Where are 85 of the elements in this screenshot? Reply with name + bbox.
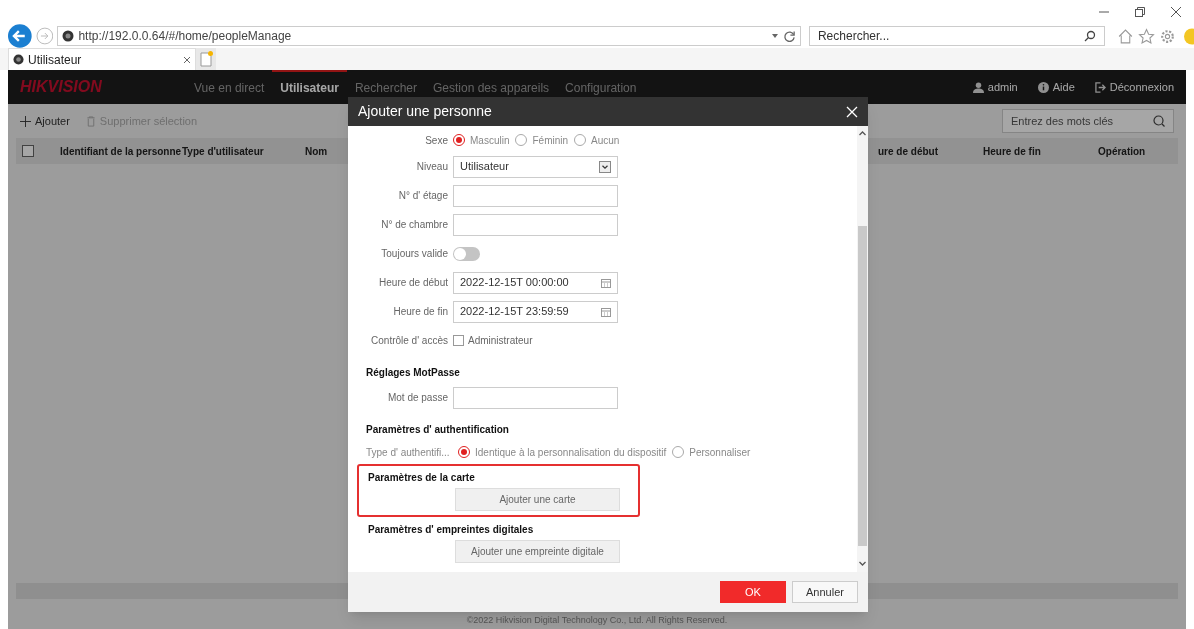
info-icon bbox=[1037, 81, 1049, 93]
field-label: Contrôle d' accès bbox=[370, 334, 448, 348]
scrollbar-drawing[interactable] bbox=[857, 126, 868, 572]
field-label: Heure de fin bbox=[392, 305, 448, 319]
search-icon[interactable] bbox=[1084, 30, 1096, 42]
trash-icon bbox=[85, 115, 96, 127]
help-link[interactable]: Aide bbox=[1052, 78, 1075, 96]
dropdown-icon bbox=[599, 160, 611, 173]
browser-tab[interactable]: Utilisateur bbox=[8, 48, 196, 70]
star-icon[interactable] bbox=[1138, 27, 1155, 45]
date-field[interactable]: 2022-12-15T 00:00:00 bbox=[453, 271, 618, 294]
browser-search-field[interactable]: Rechercher... bbox=[808, 26, 1105, 46]
column-header: ure de début bbox=[878, 144, 939, 159]
section-title: Paramètres d' empreintes digitales bbox=[368, 523, 535, 537]
dialog-title: Ajouter une personne bbox=[358, 102, 493, 121]
column-header: Identifiant de la personne bbox=[60, 144, 182, 159]
new-tab-icon[interactable] bbox=[196, 48, 216, 70]
radio-option[interactable]: Féminin bbox=[515, 132, 569, 148]
add-button[interactable]: Ajouter bbox=[20, 112, 70, 130]
toggle-switch[interactable] bbox=[453, 246, 480, 261]
add-button[interactable]: Ajouter une carte bbox=[455, 488, 620, 511]
home-icon[interactable] bbox=[1117, 27, 1134, 45]
column-header: Heure de fin bbox=[983, 144, 1042, 159]
search-placeholder: Rechercher... bbox=[817, 28, 891, 45]
field-label: Niveau bbox=[415, 160, 448, 174]
back-icon[interactable] bbox=[8, 24, 32, 48]
date-field[interactable]: 2022-12-15T 23:59:59 bbox=[453, 300, 618, 323]
section-title: Paramètres d' authentification bbox=[366, 423, 509, 437]
nav-tab[interactable]: Utilisateur bbox=[272, 70, 347, 104]
field-label: Heure de début bbox=[378, 276, 448, 290]
address-bar[interactable]: http://192.0.0.64/#/home/peopleManage bbox=[57, 26, 801, 46]
url-text: http://192.0.0.64/#/home/peopleManage bbox=[78, 28, 293, 45]
logout-icon bbox=[1094, 81, 1106, 93]
ok-button[interactable]: OK bbox=[720, 581, 786, 603]
tab-title: Utilisateur bbox=[28, 51, 83, 69]
plus-icon bbox=[20, 115, 31, 127]
text-field[interactable] bbox=[453, 386, 618, 409]
logo: HIKVISION bbox=[20, 77, 103, 97]
field-label: Sexe bbox=[424, 133, 448, 148]
select-value: Utilisateur bbox=[460, 159, 510, 175]
field-label: Toujours valide bbox=[380, 247, 448, 261]
date-value: 2022-12-15T 00:00:00 bbox=[460, 275, 570, 291]
forward-icon[interactable] bbox=[35, 27, 54, 45]
search-placeholder: Entrez des mots clés bbox=[1011, 113, 1115, 129]
close-icon[interactable] bbox=[1170, 6, 1182, 18]
field-label: N° de chambre bbox=[380, 218, 448, 232]
calendar-icon[interactable] bbox=[601, 277, 611, 288]
keyword-search-field[interactable]: Entrez des mots clés bbox=[1002, 109, 1174, 133]
select-all-checkbox[interactable] bbox=[22, 145, 34, 157]
field-label: Type d' authentifi... bbox=[366, 445, 451, 460]
checkbox-label: Administrateur bbox=[468, 334, 533, 348]
option-label: Masculin bbox=[470, 133, 510, 148]
section-title: Paramètres de la carte bbox=[368, 471, 476, 485]
column-header: Nom bbox=[304, 144, 329, 159]
date-value: 2022-12-15T 23:59:59 bbox=[460, 304, 570, 320]
logout-link[interactable]: Déconnexion bbox=[1109, 78, 1174, 96]
nav-tab[interactable]: Vue en direct bbox=[186, 70, 273, 104]
text-field[interactable] bbox=[453, 213, 618, 236]
field-label: N° d' étage bbox=[397, 189, 448, 203]
column-header: Type d'utilisateur bbox=[182, 144, 265, 159]
user-icon bbox=[972, 81, 984, 93]
close-icon[interactable] bbox=[183, 55, 191, 64]
radio-option[interactable]: Masculin bbox=[453, 132, 510, 148]
site-icon bbox=[62, 30, 75, 42]
refresh-icon[interactable] bbox=[782, 29, 796, 43]
option-label: Aucun bbox=[591, 133, 620, 148]
search-icon[interactable] bbox=[1153, 115, 1165, 127]
dropdown-icon[interactable] bbox=[770, 32, 779, 40]
section-title: Réglages MotPasse bbox=[366, 366, 460, 380]
settings-icon[interactable] bbox=[1159, 27, 1176, 45]
column-header: Opération bbox=[1098, 144, 1147, 159]
restore-icon[interactable] bbox=[1134, 6, 1146, 18]
checkbox[interactable] bbox=[453, 335, 464, 346]
radio-option[interactable]: Personnaliser bbox=[672, 444, 751, 460]
site-icon bbox=[13, 54, 24, 65]
cancel-button[interactable]: Annuler bbox=[792, 581, 858, 603]
option-label: Personnaliser bbox=[689, 445, 751, 460]
add-button[interactable]: Ajouter une empreinte digitale bbox=[455, 540, 620, 563]
text-field[interactable] bbox=[453, 184, 618, 207]
calendar-icon[interactable] bbox=[601, 306, 611, 317]
user-link[interactable]: admin bbox=[987, 78, 1018, 96]
field-label: Mot de passe bbox=[386, 391, 448, 405]
radio-option[interactable]: Aucun bbox=[574, 132, 620, 148]
level-select[interactable]: Utilisateur bbox=[453, 155, 618, 178]
option-label: Féminin bbox=[532, 133, 569, 148]
